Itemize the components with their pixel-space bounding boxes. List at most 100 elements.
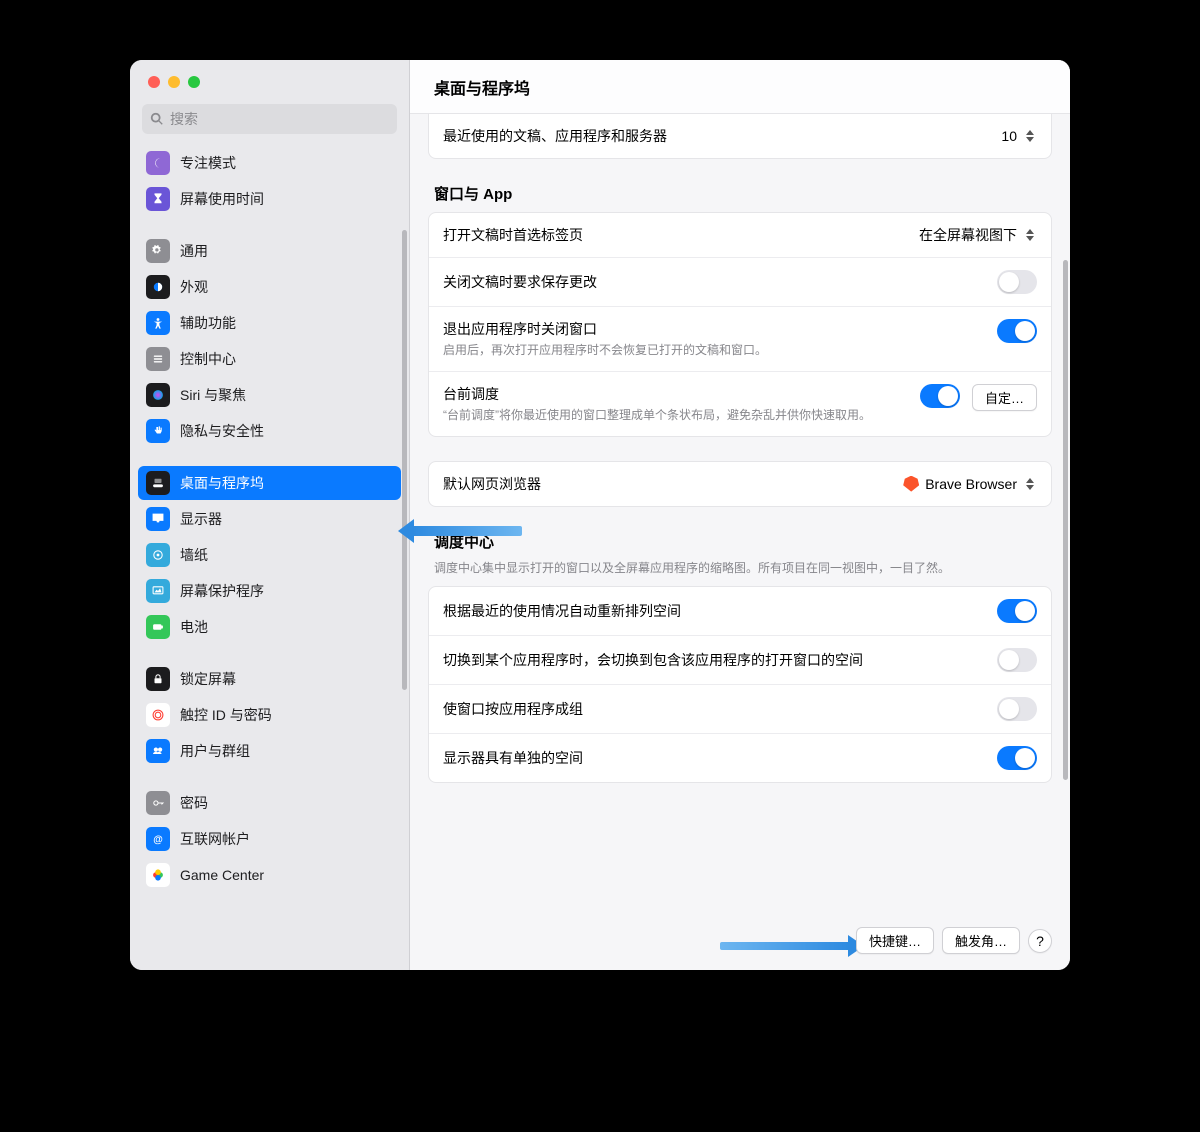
- sidebar-item-appearance[interactable]: 外观: [138, 270, 401, 304]
- chevron-updown-icon: [1023, 474, 1037, 494]
- dock-icon: [146, 471, 170, 495]
- sidebar-item-control-center[interactable]: 控制中心: [138, 342, 401, 376]
- sidebar-item-label: 专注模式: [180, 153, 236, 173]
- sidebar-item-label: 隐私与安全性: [180, 421, 264, 441]
- sidebar-item-label: 辅助功能: [180, 313, 236, 333]
- moon-icon: [146, 151, 170, 175]
- stepper-icon: [1023, 126, 1037, 146]
- appearance-icon: [146, 275, 170, 299]
- gear-icon: [146, 239, 170, 263]
- at-icon: @: [146, 827, 170, 851]
- prefer-tabs-popup[interactable]: 在全屏幕视图下: [919, 225, 1037, 245]
- sidebar-item-lock-screen[interactable]: 锁定屏幕: [138, 662, 401, 696]
- search-icon: [150, 112, 164, 126]
- prefer-tabs-label: 打开文稿时首选标签页: [443, 225, 907, 245]
- lock-icon: [146, 667, 170, 691]
- main-content: 桌面与程序坞 最近使用的文稿、应用程序和服务器 10 窗口与 App 打开文稿时…: [410, 60, 1070, 970]
- stage-manager-customize-button[interactable]: 自定…: [972, 384, 1037, 411]
- sidebar-item-label: 控制中心: [180, 349, 236, 369]
- chevron-updown-icon: [1023, 225, 1037, 245]
- page-title: 桌面与程序坞: [410, 60, 1070, 114]
- sidebar-item-focus[interactable]: 专注模式: [138, 146, 401, 180]
- wallpaper-icon: [146, 543, 170, 567]
- sidebar-item-screensaver[interactable]: 屏幕保护程序: [138, 574, 401, 608]
- touchid-icon: [146, 703, 170, 727]
- sidebar-item-battery[interactable]: 电池: [138, 610, 401, 644]
- hot-corners-button[interactable]: 触发角…: [942, 927, 1020, 954]
- sidebar-item-passwords[interactable]: 密码: [138, 786, 401, 820]
- search-placeholder: 搜索: [170, 109, 198, 129]
- window-minimize-button[interactable]: [168, 76, 180, 88]
- windows-section-title: 窗口与 App: [428, 183, 1052, 212]
- close-windows-toggle[interactable]: [997, 319, 1037, 343]
- sidebar-item-label: 显示器: [180, 509, 222, 529]
- battery-icon: [146, 615, 170, 639]
- sidebar-item-game-center[interactable]: Game Center: [138, 858, 401, 892]
- display-icon: [146, 507, 170, 531]
- separate-spaces-toggle[interactable]: [997, 746, 1037, 770]
- sidebar-item-internet-accounts[interactable]: @互联网帐户: [138, 822, 401, 856]
- hand-icon: [146, 419, 170, 443]
- default-browser-value: Brave Browser: [925, 476, 1017, 492]
- sidebar-item-general[interactable]: 通用: [138, 234, 401, 268]
- auto-rearrange-toggle[interactable]: [997, 599, 1037, 623]
- sidebar-item-label: Siri 与聚焦: [180, 385, 246, 405]
- default-browser-label: 默认网页浏览器: [443, 474, 891, 494]
- sidebar-item-label: 屏幕使用时间: [180, 189, 264, 209]
- shortcuts-button[interactable]: 快捷键…: [856, 927, 934, 954]
- separate-spaces-label: 显示器具有单独的空间: [443, 748, 985, 768]
- accessibility-icon: [146, 311, 170, 335]
- group-by-app-toggle[interactable]: [997, 697, 1037, 721]
- sidebar: 搜索 专注模式屏幕使用时间通用外观辅助功能控制中心 Siri 与聚焦隐私与安全性桌…: [130, 60, 410, 970]
- sidebar-list[interactable]: 专注模式屏幕使用时间通用外观辅助功能控制中心 Siri 与聚焦隐私与安全性桌面与程…: [130, 144, 409, 970]
- auto-rearrange-label: 根据最近的使用情况自动重新排列空间: [443, 601, 985, 621]
- users-icon: [146, 739, 170, 763]
- sidebar-item-label: 密码: [180, 793, 208, 813]
- default-browser-popup[interactable]: Brave Browser: [903, 474, 1037, 494]
- prefer-tabs-value: 在全屏幕视图下: [919, 225, 1017, 245]
- sidebar-item-label: Game Center: [180, 867, 264, 883]
- mission-control-sub: 调度中心集中显示打开的窗口以及全屏幕应用程序的缩略图。所有项目在同一视图中，一目…: [428, 560, 1052, 587]
- stage-manager-toggle[interactable]: [920, 384, 960, 408]
- stage-manager-label: 台前调度: [443, 384, 908, 404]
- recent-items-stepper[interactable]: 10: [1001, 126, 1037, 146]
- hourglass-icon: [146, 187, 170, 211]
- sidebar-item-label: 用户与群组: [180, 741, 250, 761]
- annotation-arrow-right: [720, 942, 850, 950]
- sidebar-item-touchid[interactable]: 触控 ID 与密码: [138, 698, 401, 732]
- help-button[interactable]: ?: [1028, 929, 1052, 953]
- window-maximize-button[interactable]: [188, 76, 200, 88]
- sidebar-item-label: 屏幕保护程序: [180, 581, 264, 601]
- main-scrollbar[interactable]: [1063, 260, 1068, 780]
- sidebar-item-privacy[interactable]: 隐私与安全性: [138, 414, 401, 448]
- switch-space-toggle[interactable]: [997, 648, 1037, 672]
- sidebar-item-siri-spotlight[interactable]: Siri 与聚焦: [138, 378, 401, 412]
- sidebar-item-label: 桌面与程序坞: [180, 473, 264, 493]
- footer-buttons: 快捷键… 触发角… ?: [856, 927, 1052, 954]
- sidebar-item-wallpaper[interactable]: 墙纸: [138, 538, 401, 572]
- sidebar-item-desktop-dock[interactable]: 桌面与程序坞: [138, 466, 401, 500]
- sidebar-item-label: 电池: [180, 617, 208, 637]
- main-scroll-area[interactable]: 最近使用的文稿、应用程序和服务器 10 窗口与 App 打开文稿时首选标签页 在…: [410, 114, 1070, 970]
- switch-space-label: 切换到某个应用程序时，会切换到包含该应用程序的打开窗口的空间: [443, 650, 985, 670]
- sidebar-item-displays[interactable]: 显示器: [138, 502, 401, 536]
- window-close-button[interactable]: [148, 76, 160, 88]
- stage-manager-sub: “台前调度”将你最近使用的窗口整理成单个条状布局，避免杂乱并供你快速取用。: [443, 407, 908, 424]
- sidebar-item-screentime[interactable]: 屏幕使用时间: [138, 182, 401, 216]
- search-input[interactable]: 搜索: [142, 104, 397, 134]
- sidebar-item-users-groups[interactable]: 用户与群组: [138, 734, 401, 768]
- sidebar-scrollbar[interactable]: [402, 230, 407, 690]
- screensaver-icon: [146, 579, 170, 603]
- sidebar-item-accessibility[interactable]: 辅助功能: [138, 306, 401, 340]
- sidebar-item-label: 墙纸: [180, 545, 208, 565]
- siri-icon: [146, 383, 170, 407]
- ask-save-toggle[interactable]: [997, 270, 1037, 294]
- svg-text:@: @: [153, 835, 163, 846]
- sidebar-item-label: 外观: [180, 277, 208, 297]
- group-by-app-label: 使窗口按应用程序成组: [443, 699, 985, 719]
- sidebar-item-label: 锁定屏幕: [180, 669, 236, 689]
- close-windows-label: 退出应用程序时关闭窗口: [443, 319, 985, 339]
- recent-items-value: 10: [1001, 128, 1017, 144]
- gamecenter-icon: [146, 863, 170, 887]
- close-windows-sub: 启用后，再次打开应用程序时不会恢复已打开的文稿和窗口。: [443, 342, 985, 359]
